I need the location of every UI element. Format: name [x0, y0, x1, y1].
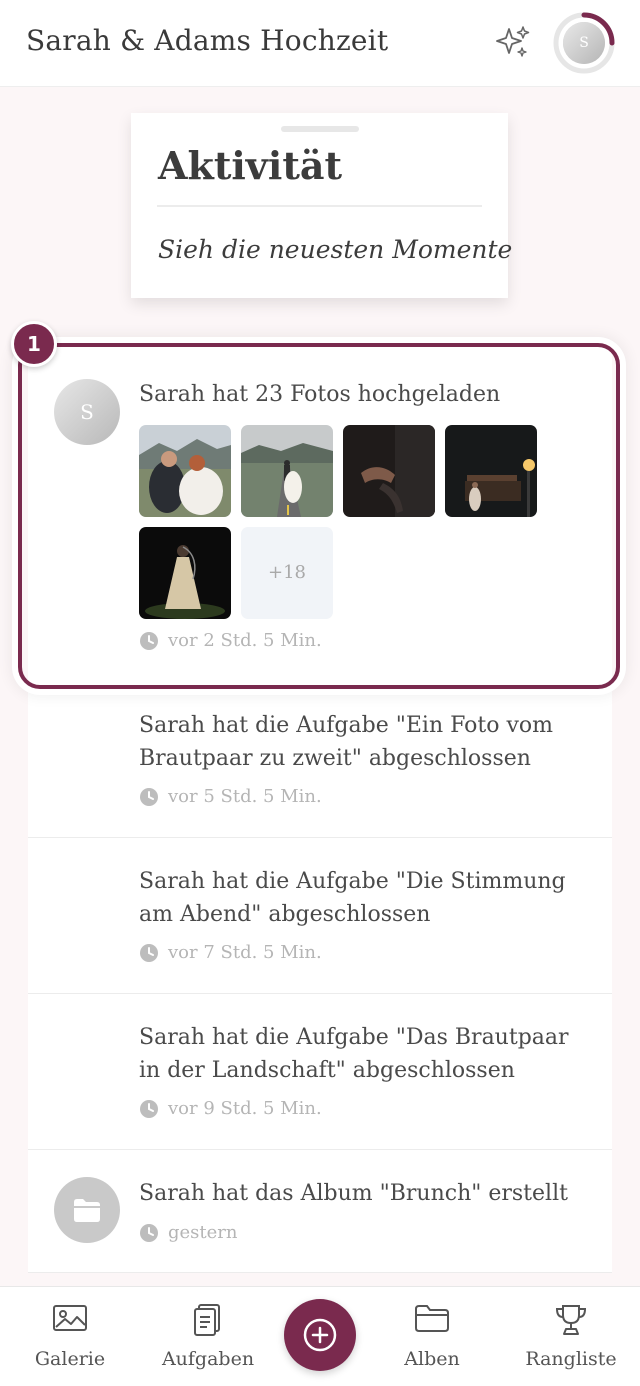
- timestamp: vor 7 Std. 5 Min.: [139, 942, 322, 963]
- timestamp-text: vor 7 Std. 5 Min.: [168, 942, 322, 963]
- plus-icon: [303, 1318, 337, 1352]
- timestamp-text: vor 9 Std. 5 Min.: [168, 1098, 322, 1119]
- feed-item-text: Sarah hat die Aufgabe "Das Brautpaar in …: [139, 1025, 569, 1083]
- drag-handle: [281, 126, 359, 132]
- nav-leaderboard[interactable]: Rangliste: [506, 1287, 636, 1386]
- feed-item-task-completed[interactable]: Sarah hat die Aufgabe "Ein Foto vom Brau…: [28, 682, 612, 838]
- clock-icon: [140, 1099, 158, 1118]
- app-header: Sarah & Adams Hochzeit S: [0, 0, 640, 87]
- feed-item-task-completed[interactable]: Sarah hat die Aufgabe "Die Stimmung am A…: [28, 838, 612, 994]
- nav-label: Galerie: [34, 1348, 106, 1370]
- page-title: Aktivität: [158, 143, 343, 188]
- feed-item-album-created[interactable]: Sarah hat das Album "Brunch" erstellt ge…: [28, 1150, 612, 1273]
- page-subtitle: Sieh die neuesten Momente: [158, 235, 513, 264]
- add-button[interactable]: [284, 1299, 356, 1371]
- clock-icon: [140, 1223, 158, 1242]
- nav-tasks[interactable]: Aufgaben: [143, 1287, 273, 1386]
- clock-icon: [140, 787, 158, 806]
- timestamp: gestern: [139, 1222, 238, 1243]
- clock-icon: [140, 943, 158, 962]
- nav-label: Aufgaben: [161, 1348, 255, 1370]
- gallery-icon: [53, 1305, 87, 1331]
- nav-gallery[interactable]: Galerie: [5, 1287, 135, 1386]
- feed-item-text: Sarah hat die Aufgabe "Die Stimmung am A…: [139, 869, 566, 927]
- nav-albums[interactable]: Alben: [367, 1287, 497, 1386]
- event-title: Sarah & Adams Hochzeit: [26, 24, 389, 57]
- nav-label: Rangliste: [525, 1348, 617, 1370]
- feed-item-text: Sarah hat das Album "Brunch" erstellt: [139, 1181, 568, 1206]
- timestamp: vor 9 Std. 5 Min.: [139, 1098, 322, 1119]
- timestamp-text: gestern: [168, 1222, 238, 1243]
- folder-icon: [74, 1199, 100, 1222]
- timestamp-text: vor 5 Std. 5 Min.: [168, 786, 322, 807]
- tasks-icon: [194, 1304, 220, 1336]
- feed-item-task-completed[interactable]: Sarah hat die Aufgabe "Das Brautpaar in …: [28, 994, 612, 1150]
- tour-step-badge: 1: [11, 321, 57, 367]
- divider: [157, 205, 482, 207]
- timestamp: vor 5 Std. 5 Min.: [139, 786, 322, 807]
- trophy-icon: [555, 1305, 587, 1335]
- avatar-initial: S: [579, 35, 589, 51]
- profile-avatar[interactable]: S: [553, 12, 615, 74]
- folder-icon: [415, 1305, 449, 1332]
- tour-highlight-frame: [18, 343, 620, 689]
- activity-title-card: Aktivität Sieh die neuesten Momente: [131, 113, 512, 298]
- sparkle-icon[interactable]: [494, 24, 532, 62]
- feed-item-text: Sarah hat die Aufgabe "Ein Foto vom Brau…: [139, 713, 554, 771]
- album-avatar: [54, 1177, 120, 1243]
- nav-label: Alben: [404, 1348, 460, 1370]
